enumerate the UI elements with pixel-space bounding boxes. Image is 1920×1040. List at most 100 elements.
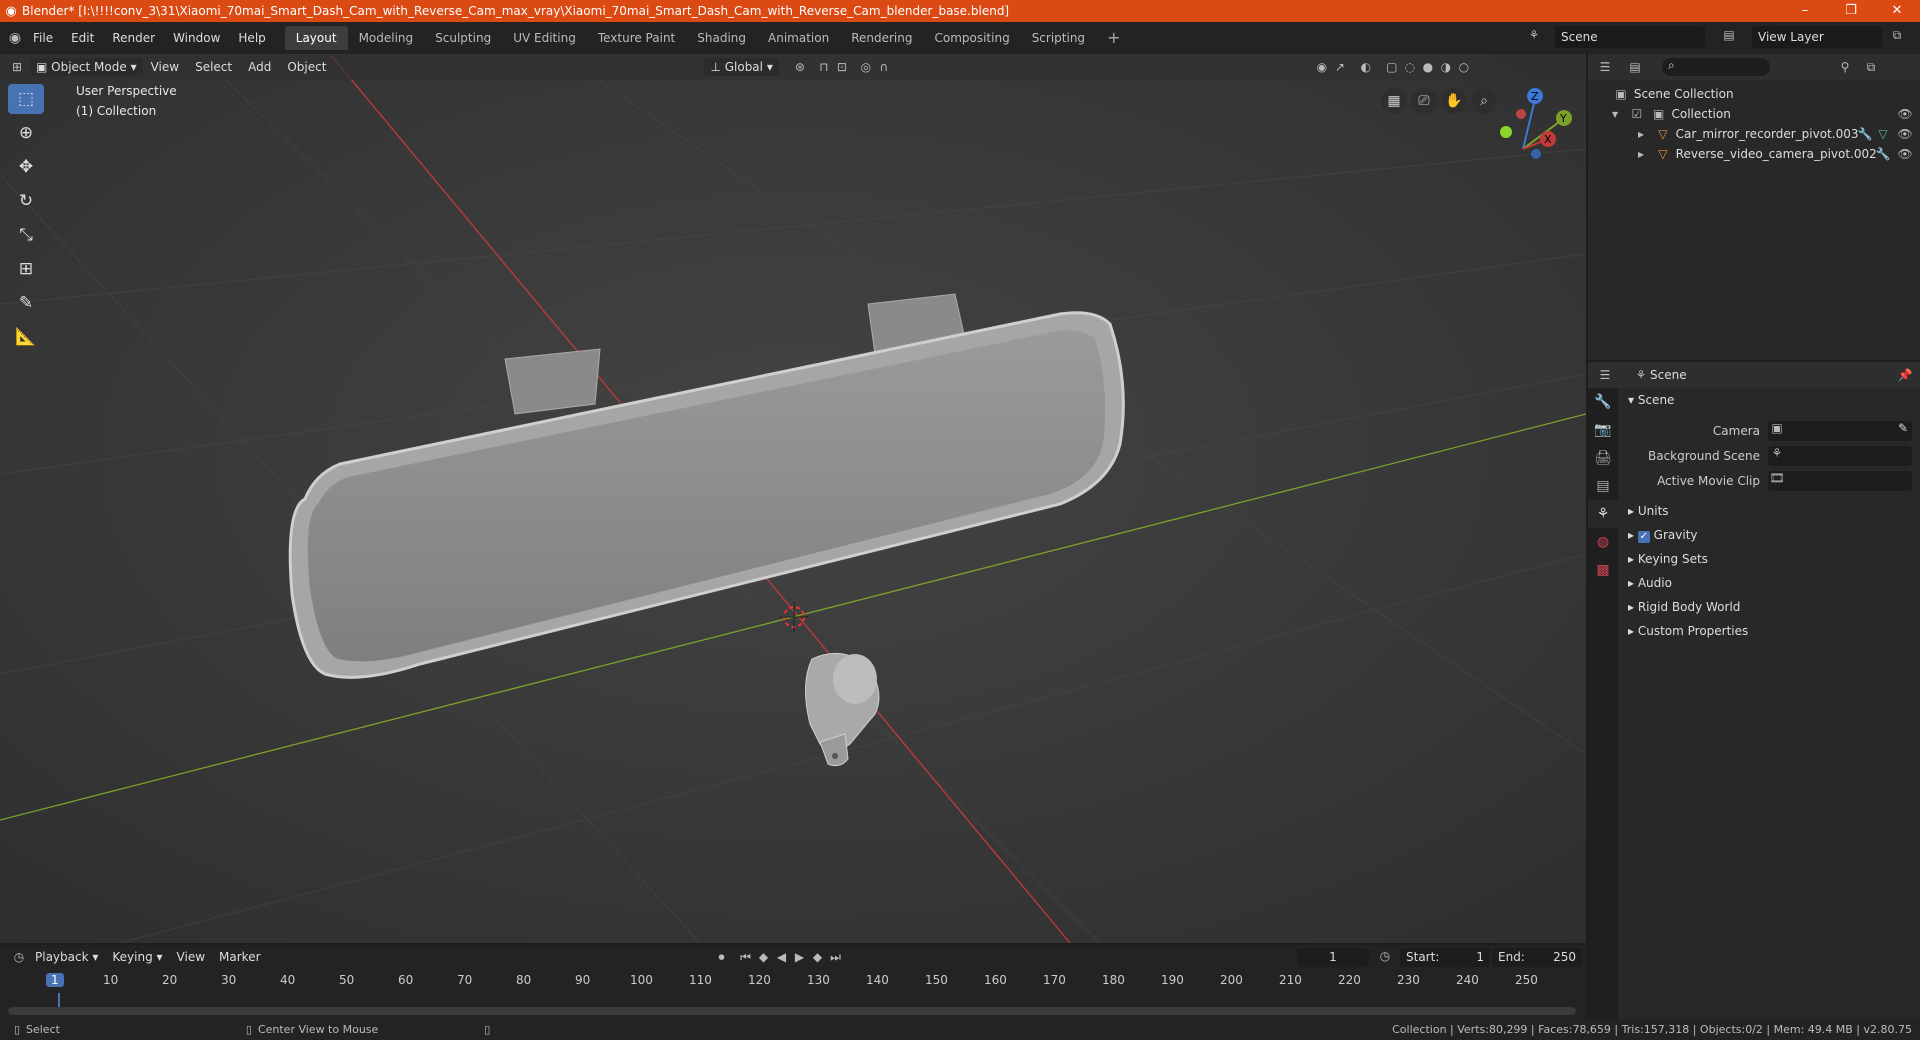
- viewport-menu-select[interactable]: Select: [187, 60, 240, 74]
- timeline-menu-view[interactable]: View: [170, 950, 212, 964]
- timeline-menu-keying[interactable]: Keying ▾: [105, 950, 169, 964]
- rendered-shading-icon[interactable]: ○: [1455, 60, 1473, 74]
- move-tool[interactable]: ✥: [8, 152, 44, 182]
- rigid-body-world-subpanel[interactable]: ▸ Rigid Body World: [1618, 595, 1920, 619]
- toggle-camera-view-icon[interactable]: ▦: [1381, 88, 1407, 114]
- tab-world-icon[interactable]: ◍: [1588, 528, 1618, 556]
- modifier-icon[interactable]: 🔧: [1856, 124, 1874, 144]
- expand-arrow-icon[interactable]: ▸: [1632, 144, 1650, 164]
- gravity-checkbox[interactable]: ✓: [1637, 531, 1650, 543]
- filter-icon[interactable]: ⚲: [1836, 60, 1854, 74]
- cursor-tool[interactable]: ⊕: [8, 118, 44, 148]
- start-frame-field[interactable]: Start: 1: [1400, 948, 1490, 967]
- scale-tool[interactable]: ⤡: [8, 220, 44, 250]
- clock-icon[interactable]: ◷: [1376, 949, 1394, 963]
- object-eye-icon[interactable]: 👁: [1896, 144, 1914, 164]
- active-movie-clip-field[interactable]: 🎞: [1768, 470, 1912, 491]
- menu-file[interactable]: File: [24, 22, 62, 54]
- tab-uv-editing[interactable]: UV Editing: [502, 26, 587, 50]
- jump-keyframe-back-icon[interactable]: ◆: [755, 950, 773, 964]
- modifier-icon[interactable]: 🔧: [1874, 144, 1892, 164]
- viewport-menu-add[interactable]: Add: [240, 60, 279, 74]
- jump-end-icon[interactable]: ⏭: [827, 950, 845, 965]
- rotate-tool[interactable]: ↻: [8, 186, 44, 216]
- falloff-icon[interactable]: ∩: [875, 60, 893, 74]
- outliner-editor-icon[interactable]: ☰: [1596, 60, 1614, 74]
- collapse-arrow-icon[interactable]: ▾: [1606, 104, 1624, 124]
- menu-render[interactable]: Render: [103, 22, 164, 54]
- record-icon[interactable]: ⏺: [713, 950, 731, 965]
- timeline-editor-icon[interactable]: ◷: [10, 950, 28, 964]
- camera-view-icon[interactable]: ⎚: [1411, 88, 1437, 114]
- object-eye-icon[interactable]: 👁: [1896, 124, 1914, 144]
- snap-target-icon[interactable]: ⊡: [833, 60, 851, 74]
- tab-tool-icon[interactable]: 🔧: [1588, 388, 1618, 416]
- end-frame-field[interactable]: End: 250: [1492, 948, 1582, 967]
- tab-texture-icon[interactable]: ▩: [1588, 556, 1618, 584]
- camera-field[interactable]: ▣ ✎: [1768, 420, 1912, 441]
- maximize-button[interactable]: ❐: [1828, 0, 1874, 22]
- display-mode-icon[interactable]: ▤: [1626, 60, 1644, 74]
- tab-output-icon[interactable]: 🖨: [1588, 444, 1618, 472]
- tab-texture-paint[interactable]: Texture Paint: [587, 26, 686, 50]
- transform-orientation-dropdown[interactable]: ⊥ Global ▾: [704, 58, 779, 76]
- collection-eye-icon[interactable]: 👁: [1896, 104, 1914, 124]
- gizmos-icon[interactable]: ↗: [1331, 60, 1349, 74]
- eyedropper-icon[interactable]: ✎: [1898, 421, 1908, 435]
- pan-view-icon[interactable]: ✋: [1441, 88, 1467, 114]
- audio-subpanel[interactable]: ▸ Audio: [1618, 571, 1920, 595]
- close-button[interactable]: ✕: [1874, 0, 1920, 22]
- menu-help[interactable]: Help: [229, 22, 274, 54]
- wireframe-shading-icon[interactable]: ◌: [1401, 60, 1419, 74]
- tab-modeling[interactable]: Modeling: [348, 26, 425, 50]
- outliner-search-input[interactable]: ⌕: [1662, 58, 1770, 76]
- tab-scene-icon[interactable]: ⚘: [1588, 500, 1618, 528]
- collection-checkbox-icon[interactable]: ☑: [1628, 104, 1646, 124]
- gravity-subpanel[interactable]: ▸ ✓ Gravity: [1618, 523, 1920, 547]
- material-shading-icon[interactable]: ◑: [1437, 60, 1455, 74]
- outliner-collection[interactable]: ▾ ☑ ▣ Collection 👁: [1588, 104, 1920, 124]
- pivot-icon[interactable]: ⊛: [791, 60, 809, 74]
- viewport-menu-view[interactable]: View: [143, 60, 187, 74]
- menu-edit[interactable]: Edit: [62, 22, 103, 54]
- mode-dropdown[interactable]: ▣ Object Mode ▾: [30, 58, 143, 76]
- tab-compositing[interactable]: Compositing: [923, 26, 1020, 50]
- frame-ruler[interactable]: 1 10 20 30 40 50 60 70 80 90 100 110 120…: [0, 973, 1586, 993]
- pin-icon[interactable]: 📌: [1896, 368, 1914, 382]
- tab-view-layer-icon[interactable]: ▤: [1588, 472, 1618, 500]
- tab-rendering[interactable]: Rendering: [840, 26, 923, 50]
- zoom-view-icon[interactable]: ⌕: [1471, 88, 1497, 114]
- annotate-tool[interactable]: ✎: [8, 288, 44, 318]
- properties-editor-icon[interactable]: ☰: [1596, 368, 1614, 382]
- solid-shading-icon[interactable]: ●: [1419, 60, 1437, 74]
- add-workspace-icon[interactable]: +: [1096, 26, 1131, 50]
- tab-render-icon[interactable]: 📷: [1588, 416, 1618, 444]
- outliner-object-row[interactable]: ▸ ▽ Reverse_video_camera_pivot.002 🔧 👁: [1588, 144, 1920, 164]
- outliner-object-row[interactable]: ▸ ▽ Car_mirror_recorder_pivot.003 🔧 ▽ 👁: [1588, 124, 1920, 144]
- scene-panel-header[interactable]: ▾ Scene: [1618, 388, 1920, 412]
- measure-tool[interactable]: 📐: [8, 322, 44, 352]
- timeline-scrollbar[interactable]: [8, 1007, 1576, 1015]
- mesh-data-icon[interactable]: ▽: [1874, 124, 1892, 144]
- select-box-tool[interactable]: ⬚: [8, 84, 44, 114]
- custom-properties-subpanel[interactable]: ▸ Custom Properties: [1618, 619, 1920, 643]
- tab-sculpting[interactable]: Sculpting: [424, 26, 502, 50]
- timeline-menu-playback[interactable]: Playback ▾: [28, 950, 105, 964]
- viewport-menu-object[interactable]: Object: [279, 60, 334, 74]
- editor-type-icon[interactable]: ⊞: [8, 60, 26, 74]
- xray-icon[interactable]: ▢: [1383, 60, 1401, 74]
- background-scene-field[interactable]: ⚘: [1768, 445, 1912, 466]
- new-collection-icon[interactable]: ⧉: [1862, 60, 1880, 75]
- transform-tool[interactable]: ⊞: [8, 254, 44, 284]
- snap-icon[interactable]: ⊓: [815, 60, 833, 74]
- blender-menu-icon[interactable]: ◉: [6, 30, 24, 46]
- expand-arrow-icon[interactable]: ▸: [1632, 124, 1650, 144]
- view-layer-icon[interactable]: ▤: [1720, 28, 1738, 42]
- overlays-icon[interactable]: ◐: [1357, 60, 1375, 74]
- scene-selector[interactable]: Scene: [1555, 26, 1705, 48]
- visibility-icon[interactable]: ◉: [1313, 60, 1331, 74]
- play-reverse-icon[interactable]: ◀: [773, 950, 791, 964]
- view-layer-selector[interactable]: View Layer: [1752, 26, 1882, 48]
- timeline-menu-marker[interactable]: Marker: [212, 950, 267, 964]
- tab-shading[interactable]: Shading: [686, 26, 757, 50]
